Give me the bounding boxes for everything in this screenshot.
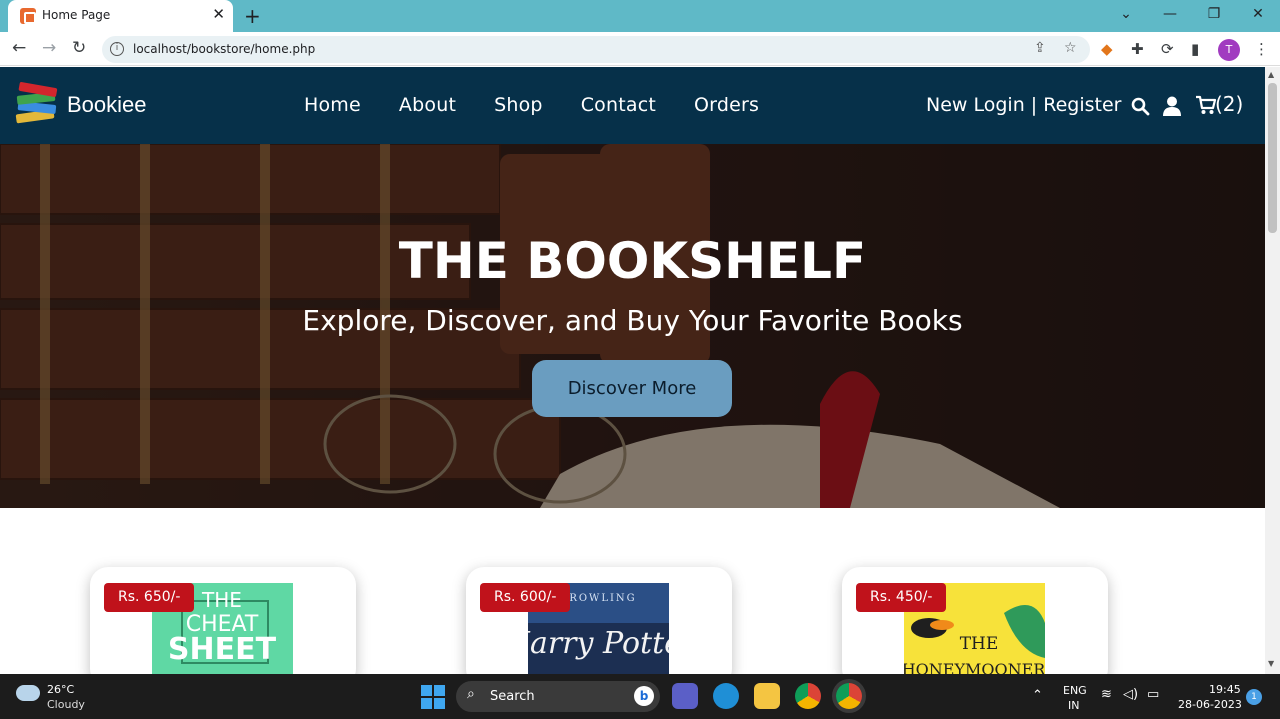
brand-name[interactable]: Bookiee: [67, 92, 147, 118]
profile-avatar[interactable]: T: [1218, 39, 1240, 61]
nav-about[interactable]: About: [399, 94, 456, 116]
taskbar-search[interactable]: ⌕ Search b: [456, 681, 660, 712]
forward-arrow-icon[interactable]: →: [42, 38, 56, 58]
browser-toolbar: ← → ↻ i localhost/bookstore/home.php ⇪ ☆…: [0, 32, 1280, 66]
site-header: Bookiee Home About Shop Contact Orders N…: [0, 67, 1265, 144]
product-card[interactable]: THE HONEYMOONERS Rs. 450/-: [842, 567, 1108, 687]
close-window-icon[interactable]: ✕: [1236, 0, 1280, 32]
url-text[interactable]: localhost/bookstore/home.php: [133, 42, 315, 56]
site-info-icon[interactable]: i: [110, 42, 124, 56]
cart-icon[interactable]: [1195, 95, 1217, 115]
price-badge: Rs. 650/-: [104, 583, 195, 612]
taskbar-search-icon: ⌕: [467, 686, 475, 702]
window-controls: ⌄ — ❐ ✕: [1104, 0, 1280, 32]
login-register-link[interactable]: New Login | Register: [926, 94, 1121, 116]
address-bar[interactable]: i localhost/bookstore/home.php ⇪ ☆: [102, 36, 1090, 63]
product-card[interactable]: THE CHEAT SHEET Rs. 650/-: [90, 567, 356, 687]
nav-home[interactable]: Home: [304, 94, 361, 116]
clock-date[interactable]: 28-06-2023: [1178, 698, 1242, 711]
price-badge: Rs. 450/-: [856, 583, 947, 612]
windows-start-icon[interactable]: [421, 685, 445, 709]
file-explorer-icon[interactable]: [754, 683, 780, 709]
back-arrow-icon[interactable]: ←: [12, 38, 26, 58]
chrome-icon[interactable]: [795, 683, 821, 709]
extensions-puzzle-icon[interactable]: ✚: [1131, 40, 1144, 58]
browser-tab[interactable]: Home Page ✕: [8, 0, 233, 32]
nav-contact[interactable]: Contact: [581, 94, 656, 116]
discover-more-button[interactable]: Discover More: [532, 360, 732, 417]
metamask-extension-icon[interactable]: ◆: [1101, 40, 1113, 58]
cart-count[interactable]: (2): [1215, 92, 1243, 116]
nav-orders[interactable]: Orders: [694, 94, 759, 116]
cover-title-line: THE: [960, 634, 999, 654]
battery-icon[interactable]: ▭: [1147, 687, 1159, 702]
clock-time[interactable]: 19:45: [1209, 683, 1241, 696]
edge-browser-icon[interactable]: [713, 683, 739, 709]
side-panel-icon[interactable]: ▮: [1191, 40, 1199, 58]
chrome-profile-active-icon[interactable]: [836, 683, 862, 709]
share-icon[interactable]: ⇪: [1034, 40, 1046, 56]
hero-subtitle: Explore, Discover, and Buy Your Favorite…: [302, 304, 963, 337]
restore-icon[interactable]: ❐: [1192, 0, 1236, 32]
volume-icon[interactable]: ◁): [1123, 687, 1138, 702]
tab-search-icon[interactable]: ⌄: [1104, 0, 1148, 32]
bing-icon[interactable]: b: [634, 686, 654, 706]
scroll-thumb[interactable]: [1268, 83, 1277, 233]
reload-icon[interactable]: ↻: [72, 38, 86, 58]
cover-author: ROWLING: [569, 593, 636, 604]
cloud-weather-icon[interactable]: [16, 685, 40, 701]
minimize-icon[interactable]: —: [1148, 0, 1192, 32]
bookstore-favicon-icon: [20, 8, 36, 24]
taskbar-search-label: Search: [490, 689, 535, 704]
scroll-up-icon[interactable]: ▲: [1268, 70, 1274, 79]
windows-taskbar: 26°C Cloudy ⌕ Search b ⌃ ENG IN ≋ ◁) ▭ 1…: [0, 674, 1280, 719]
language-indicator[interactable]: ENG: [1063, 684, 1087, 697]
close-tab-icon[interactable]: ✕: [212, 5, 225, 23]
browser-tab-strip: Home Page ✕ + ⌄ — ❐ ✕: [0, 0, 1280, 32]
page-scrollbar[interactable]: ▲ ▼: [1265, 67, 1280, 674]
books-logo-icon[interactable]: [14, 82, 60, 128]
sync-extension-icon[interactable]: ⟳: [1161, 40, 1174, 58]
weather-temperature[interactable]: 26°C: [47, 683, 74, 696]
user-icon[interactable]: [1163, 96, 1181, 116]
tab-title: Home Page: [42, 8, 111, 22]
teams-chat-icon[interactable]: [672, 683, 698, 709]
hero-title: THE BOOKSHELF: [398, 232, 867, 290]
cover-title: Harry Potter: [528, 626, 669, 661]
cover-title-line: SHEET: [168, 632, 277, 667]
cover-title-line: THE: [201, 588, 242, 612]
price-badge: Rs. 600/-: [480, 583, 571, 612]
main-navigation: Home About Shop Contact Orders: [304, 94, 759, 116]
scroll-down-icon[interactable]: ▼: [1268, 659, 1274, 668]
browser-menu-icon[interactable]: ⋮: [1254, 40, 1269, 58]
weather-description[interactable]: Cloudy: [47, 698, 85, 711]
notification-badge[interactable]: 1: [1246, 689, 1262, 705]
bookmark-star-icon[interactable]: ☆: [1064, 40, 1077, 56]
language-region[interactable]: IN: [1068, 699, 1079, 712]
wifi-icon[interactable]: ≋: [1101, 687, 1112, 702]
show-hidden-icons-chevron-icon[interactable]: ⌃: [1032, 688, 1043, 703]
search-icon[interactable]: [1131, 97, 1150, 116]
product-card[interactable]: ROWLING Harry Potter Rs. 600/-: [466, 567, 732, 687]
hero-banner: THE BOOKSHELF Explore, Discover, and Buy…: [0, 144, 1265, 508]
nav-shop[interactable]: Shop: [494, 94, 543, 116]
new-tab-icon[interactable]: +: [244, 4, 261, 28]
